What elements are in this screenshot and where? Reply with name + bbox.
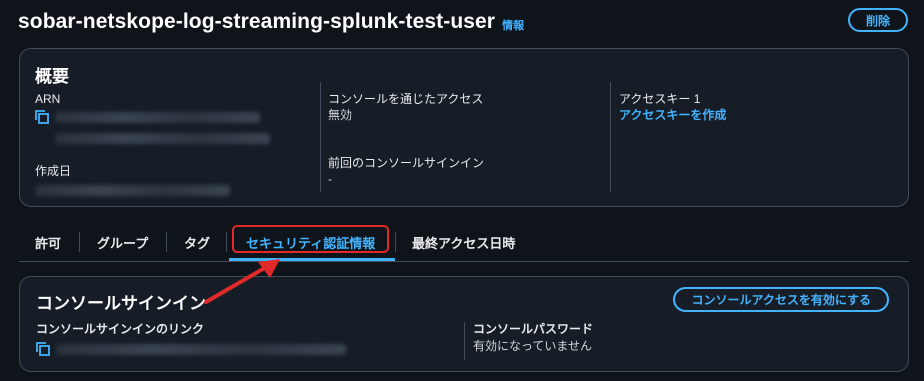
- tab-divider: [166, 232, 167, 252]
- copy-icon[interactable]: [36, 342, 50, 356]
- tab-divider: [226, 232, 227, 252]
- tab-tags[interactable]: タグ: [184, 233, 210, 252]
- arn-value-redacted: [55, 133, 270, 144]
- created-value-redacted: [35, 185, 230, 196]
- console-access-value: 無効: [328, 108, 353, 122]
- console-signin-heading: コンソールサインイン: [36, 294, 206, 313]
- page-header: sobar-netskope-log-streaming-splunk-test…: [18, 8, 910, 36]
- arn-value-redacted: [55, 112, 260, 123]
- summary-column-console: コンソールを通じたアクセス 無効 前回のコンソールサインイン -: [320, 82, 610, 192]
- created-label: 作成日: [35, 164, 72, 178]
- arn-label: ARN: [35, 92, 61, 106]
- enable-console-access-button[interactable]: コンソールアクセスを有効にする: [673, 287, 889, 312]
- tab-security-credentials[interactable]: セキュリティ認証情報: [246, 233, 375, 252]
- page-title: sobar-netskope-log-streaming-splunk-test…: [18, 10, 496, 33]
- password-column: コンソールパスワード 有効になっていません: [464, 322, 764, 360]
- summary-column-access-key: アクセスキー 1 アクセスキーを作成: [610, 82, 895, 192]
- tab-groups[interactable]: グループ: [97, 233, 148, 252]
- password-label: コンソールパスワード: [473, 322, 594, 336]
- tab-last-accessed[interactable]: 最終アクセス日時: [412, 233, 515, 252]
- tab-bar: 許可 グループ タグ セキュリティ認証情報 最終アクセス日時: [19, 225, 909, 262]
- delete-button[interactable]: 削除: [847, 8, 908, 32]
- last-signin-label: 前回のコンソールサインイン: [328, 156, 485, 170]
- copy-icon[interactable]: [35, 110, 49, 124]
- summary-column-arn: ARN 作成日: [35, 82, 315, 196]
- console-access-label: コンソールを通じたアクセス: [328, 92, 484, 106]
- signin-link-redacted[interactable]: [56, 343, 346, 355]
- create-access-key-link[interactable]: アクセスキーを作成: [619, 108, 895, 123]
- tab-divider: [79, 232, 80, 252]
- signin-link-column: コンソールサインインのリンク: [36, 322, 464, 356]
- last-signin-value: -: [328, 172, 332, 186]
- console-signin-panel: コンソールサインイン コンソールアクセスを有効にする コンソールサインインのリン…: [19, 276, 909, 372]
- info-link[interactable]: 情報: [502, 17, 524, 33]
- annotation-arrow: [204, 259, 280, 304]
- tab-divider: [395, 232, 396, 252]
- password-value: 有効になっていません: [473, 339, 593, 353]
- summary-panel: 概要 ARN 作成日 コンソールを通じたアクセス 無効 前回のコンソールサインイ…: [19, 48, 909, 207]
- access-key-label: アクセスキー 1: [619, 92, 701, 106]
- signin-link-label: コンソールサインインのリンク: [36, 322, 205, 336]
- tab-permissions[interactable]: 許可: [35, 233, 61, 252]
